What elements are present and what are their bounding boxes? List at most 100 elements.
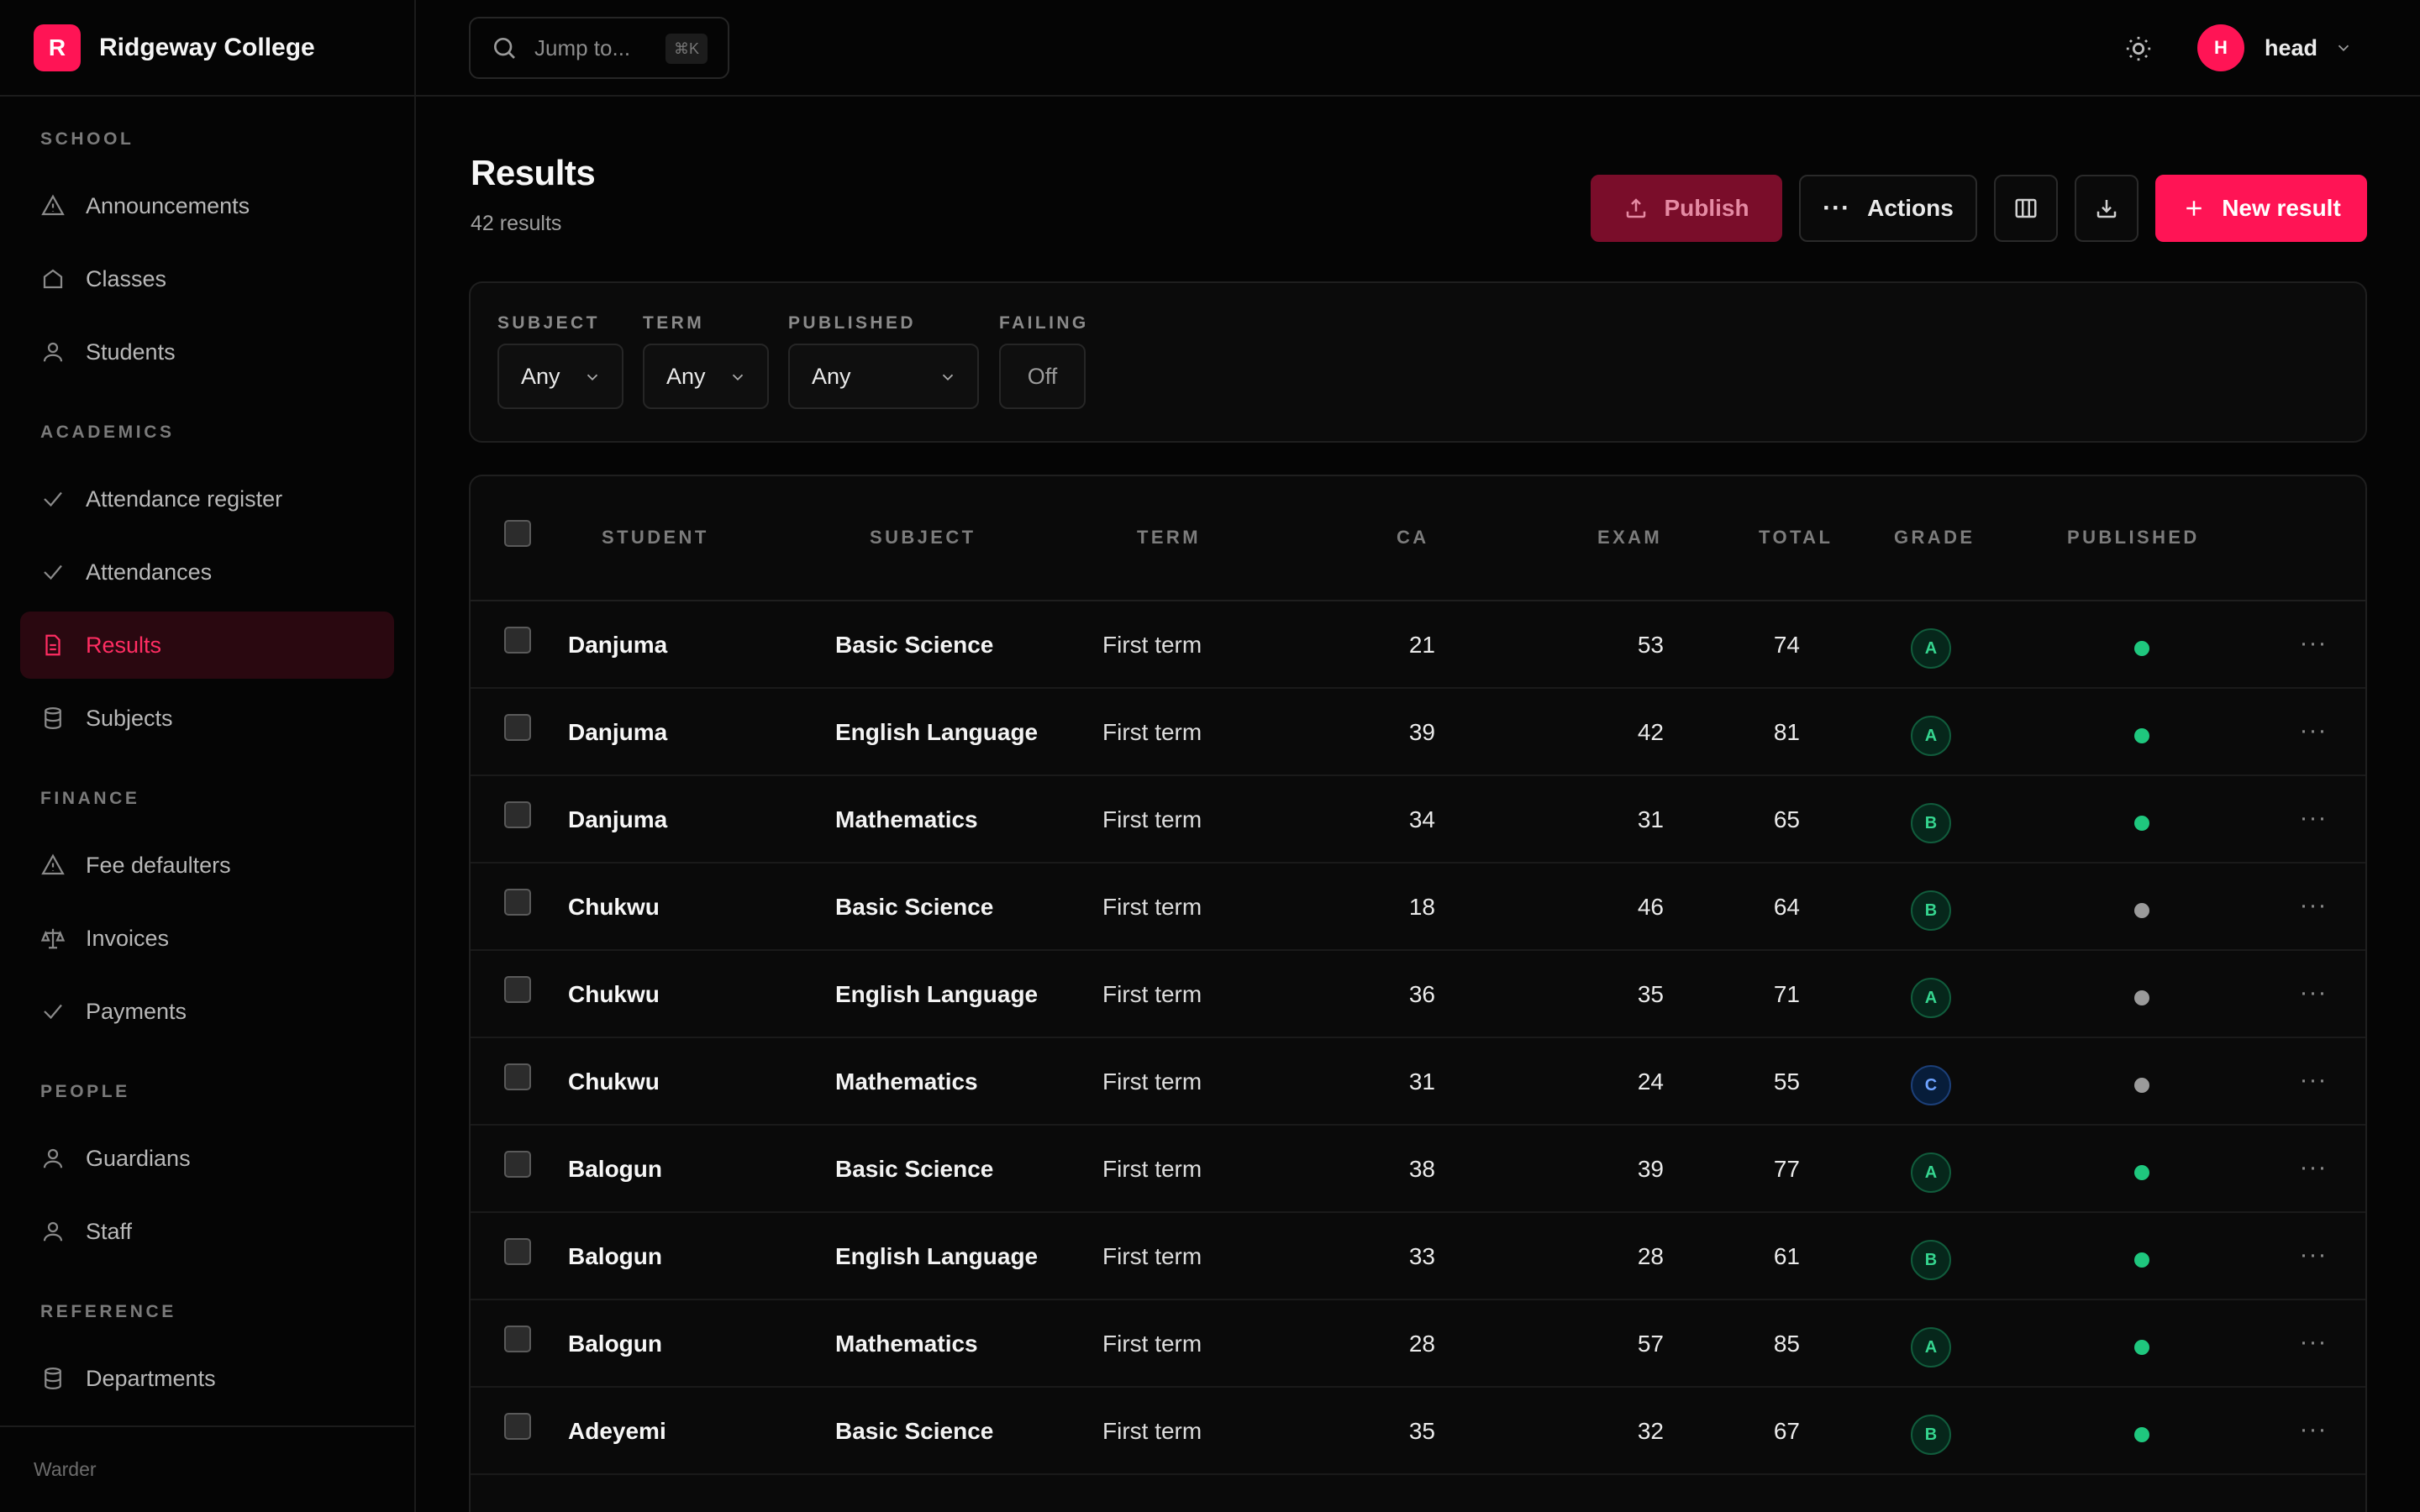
- row-checkbox[interactable]: [504, 801, 531, 828]
- cell-exam: 53: [1637, 632, 1664, 658]
- row-actions-icon[interactable]: ···: [2295, 712, 2332, 749]
- row-actions-icon[interactable]: ···: [2295, 1149, 2332, 1186]
- row-checkbox[interactable]: [504, 1326, 531, 1352]
- row-checkbox[interactable]: [504, 714, 531, 741]
- sidebar-item-classes[interactable]: Classes: [20, 245, 394, 312]
- cell-student[interactable]: Balogun: [568, 1156, 662, 1183]
- column-header-term[interactable]: TERM: [1137, 527, 1201, 549]
- sidebar-section-label: SCHOOL: [40, 129, 134, 149]
- cell-term: First term: [1102, 1418, 1202, 1444]
- row-actions-icon[interactable]: ···: [2295, 800, 2332, 837]
- row-checkbox[interactable]: [504, 1413, 531, 1440]
- row-checkbox[interactable]: [504, 1151, 531, 1178]
- cell-exam: 35: [1637, 981, 1664, 1007]
- cell-student[interactable]: Danjuma: [568, 806, 667, 833]
- cell-total: 65: [1773, 806, 1800, 832]
- column-header-total[interactable]: TOTAL: [1759, 527, 1833, 549]
- cell-total: 61: [1773, 1243, 1800, 1269]
- sidebar-item-fee-defaulters[interactable]: Fee defaulters: [20, 832, 394, 899]
- publish-button[interactable]: Publish: [1591, 175, 1782, 242]
- cell-student[interactable]: Danjuma: [568, 632, 667, 659]
- cell-term: First term: [1102, 894, 1202, 920]
- cell-student[interactable]: Chukwu: [568, 1068, 660, 1095]
- cell-student[interactable]: Chukwu: [568, 894, 660, 921]
- cell-exam: 24: [1637, 1068, 1664, 1095]
- row-checkbox[interactable]: [504, 1238, 531, 1265]
- cell-total: 85: [1773, 1331, 1800, 1357]
- cell-student[interactable]: Adeyemi: [568, 1418, 666, 1445]
- cell-exam: 42: [1637, 719, 1664, 745]
- column-header-grade[interactable]: GRADE: [1894, 527, 1975, 549]
- actions-button[interactable]: ··· Actions: [1799, 175, 1977, 242]
- search-input[interactable]: Jump to... ⌘K: [469, 17, 729, 79]
- row-actions-icon[interactable]: ···: [2295, 974, 2332, 1011]
- user-menu[interactable]: H head: [2196, 24, 2353, 72]
- sidebar-item-staff[interactable]: Staff: [20, 1198, 394, 1265]
- sidebar-item-guardians[interactable]: Guardians: [20, 1125, 394, 1192]
- row-checkbox[interactable]: [504, 889, 531, 916]
- row-actions-icon[interactable]: ···: [2295, 1324, 2332, 1361]
- cell-subject: Basic Science: [835, 632, 994, 658]
- row-checkbox[interactable]: [504, 627, 531, 654]
- sidebar-item-students[interactable]: Students: [20, 318, 394, 386]
- failing-toggle[interactable]: Off: [999, 344, 1086, 409]
- column-header-subject[interactable]: SUBJECT: [870, 527, 976, 549]
- sidebar-item-subjects[interactable]: Subjects: [20, 685, 394, 752]
- check-icon: [40, 559, 66, 585]
- row-checkbox[interactable]: [504, 976, 531, 1003]
- table-row[interactable]: Chukwu English Language First term 36 35 71 A ·…: [471, 951, 2365, 1038]
- column-header-published[interactable]: PUBLISHED: [2067, 527, 2200, 549]
- row-actions-icon[interactable]: ···: [2295, 1411, 2332, 1448]
- table-row[interactable]: Adeyemi Basic Science First term 35 32 67 B ···: [471, 1388, 2365, 1475]
- sidebar-item-payments[interactable]: Payments: [20, 978, 394, 1045]
- new-result-label: New result: [2222, 195, 2341, 221]
- select-all-checkbox[interactable]: [504, 520, 531, 547]
- row-actions-icon[interactable]: ···: [2295, 1236, 2332, 1273]
- columns-button[interactable]: [1994, 175, 2058, 242]
- column-header-exam[interactable]: EXAM: [1597, 527, 1662, 549]
- table-row[interactable]: Balogun Basic Science First term 38 39 77 A ···: [471, 1126, 2365, 1213]
- sidebar-item-invoices[interactable]: Invoices: [20, 905, 394, 972]
- table-row[interactable]: Chukwu Basic Science First term 18 46 64 B ···: [471, 864, 2365, 951]
- cell-subject: English Language: [835, 1243, 1039, 1269]
- published-select[interactable]: Any: [788, 344, 979, 409]
- table-row[interactable]: Balogun Mathematics First term 28 57 85 A ···: [471, 1300, 2365, 1388]
- cell-exam: 31: [1637, 806, 1664, 832]
- cell-exam: 57: [1637, 1331, 1664, 1357]
- sidebar-item-departments[interactable]: Departments: [20, 1345, 394, 1412]
- cell-student[interactable]: Balogun: [568, 1243, 662, 1270]
- published-select-value: Any: [812, 363, 851, 389]
- row-actions-icon[interactable]: ···: [2295, 887, 2332, 924]
- row-checkbox[interactable]: [504, 1063, 531, 1090]
- cell-term: First term: [1102, 1068, 1202, 1095]
- filter-published: PUBLISHED Any: [788, 313, 979, 409]
- subject-select[interactable]: Any: [497, 344, 623, 409]
- brand[interactable]: R Ridgeway College: [0, 0, 414, 97]
- term-select[interactable]: Any: [643, 344, 769, 409]
- table-row[interactable]: Chukwu Mathematics First term 31 24 55 C ···: [471, 1038, 2365, 1126]
- grade-badge: B: [1911, 1415, 1951, 1455]
- published-status-dot: [2134, 1165, 2149, 1180]
- sidebar-section-label: REFERENCE: [40, 1302, 176, 1321]
- cell-student[interactable]: Danjuma: [568, 719, 667, 746]
- table-row[interactable]: Balogun English Language First term 33 28 61 B…: [471, 1213, 2365, 1300]
- row-actions-icon[interactable]: ···: [2295, 1062, 2332, 1099]
- sidebar-item-announcements[interactable]: Announcements: [20, 172, 394, 239]
- column-header-ca[interactable]: CA: [1397, 527, 1429, 549]
- table-row[interactable]: Danjuma English Language First term 39 42 81 A…: [471, 689, 2365, 776]
- new-result-button[interactable]: New result: [2155, 175, 2367, 242]
- download-button[interactable]: [2075, 175, 2139, 242]
- theme-toggle-button[interactable]: [2122, 32, 2155, 66]
- column-header-student[interactable]: STUDENT: [602, 527, 709, 549]
- sidebar-item-label: Attendances: [86, 559, 213, 585]
- cell-student[interactable]: Balogun: [568, 1331, 662, 1357]
- table-row[interactable]: Danjuma Basic Science First term 21 53 74 A ···: [471, 601, 2365, 689]
- table-row[interactable]: Danjuma Mathematics First term 34 31 65 B ···: [471, 776, 2365, 864]
- grade-badge: A: [1911, 628, 1951, 669]
- search-icon: [494, 38, 515, 59]
- sidebar-item-results[interactable]: Results: [20, 612, 394, 679]
- sidebar-item-attendances[interactable]: Attendances: [20, 538, 394, 606]
- cell-student[interactable]: Chukwu: [568, 981, 660, 1008]
- row-actions-icon[interactable]: ···: [2295, 625, 2332, 662]
- sidebar-item-attendance-register[interactable]: Attendance register: [20, 465, 394, 533]
